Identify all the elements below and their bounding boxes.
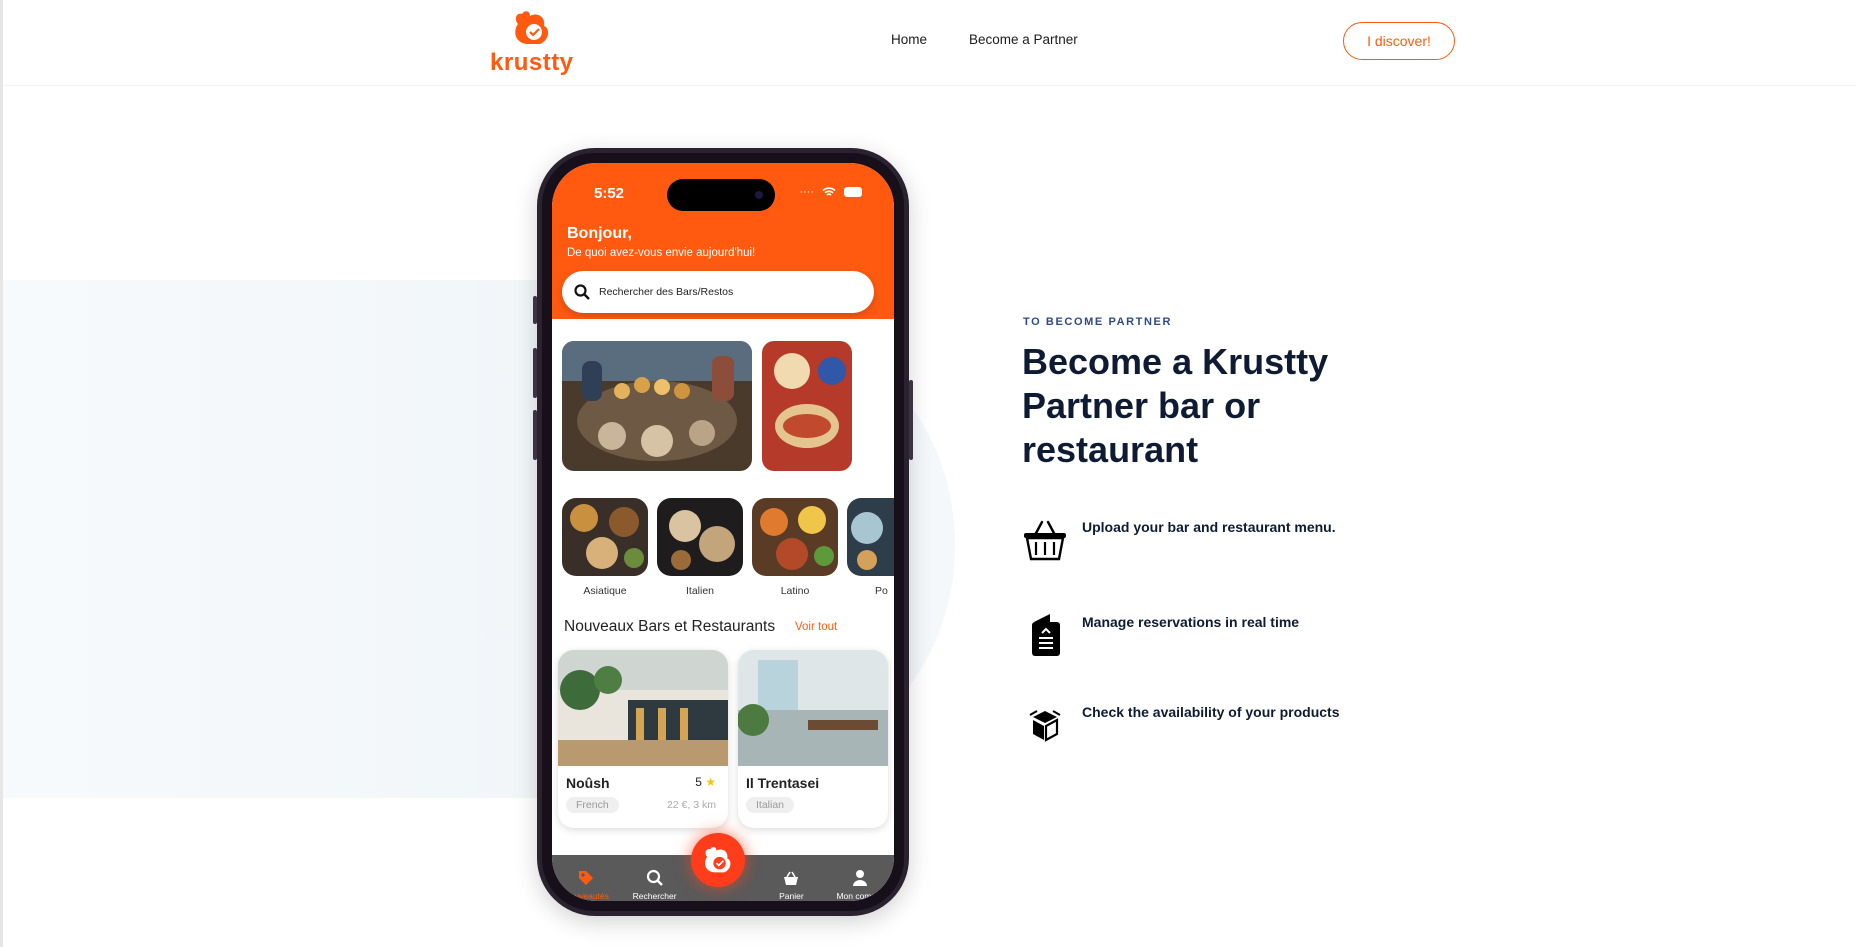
- dynamic-island: [667, 179, 775, 211]
- camera-icon: [755, 191, 763, 199]
- category-label: Italien: [685, 585, 715, 597]
- shopping-basket-icon: [1024, 520, 1066, 561]
- category-partial[interactable]: Po: [847, 498, 894, 597]
- greeting: Bonjour,: [567, 225, 632, 242]
- restaurant-rating: 5 ★: [695, 775, 716, 789]
- page-title: Become a Krustty Partner bar or restaura…: [1022, 341, 1329, 470]
- reservation-ticket-icon: [1032, 614, 1060, 656]
- phone-mockup: 5:52 ···· Bonjour, De quoi avez-vous env…: [533, 148, 913, 916]
- category-latino[interactable]: Latino: [752, 498, 838, 597]
- phone-side-button: [533, 410, 537, 460]
- basket-icon: [784, 871, 799, 885]
- app-search-bar[interactable]: Rechercher des Bars/Restos: [562, 271, 874, 313]
- restaurant-name: Noûsh: [566, 775, 610, 791]
- cuisine-tag: French: [566, 797, 619, 813]
- restaurant-distance: 22 €, 3 km: [666, 799, 716, 811]
- category-asiatique[interactable]: Asiatique: [562, 498, 648, 597]
- center-logo-button[interactable]: [691, 833, 745, 887]
- discover-button[interactable]: I discover!: [1343, 22, 1455, 60]
- phone-side-button: [533, 348, 537, 398]
- category-label: Po: [875, 585, 888, 597]
- search-icon: [574, 284, 590, 300]
- background-panel: [3, 280, 563, 798]
- wifi-icon: [822, 187, 836, 196]
- status-time: 5:52: [594, 185, 625, 202]
- feature-text: Manage reservations in real time: [1082, 614, 1300, 630]
- phone-screen: 5:52 ···· Bonjour, De quoi avez-vous env…: [542, 153, 904, 911]
- greeting-subtitle: De quoi avez-vous envie aujourd'hui!: [567, 247, 756, 259]
- page: krustty Home Become a Partner I discover…: [0, 0, 1856, 947]
- star-icon: ★: [705, 775, 716, 789]
- friends-toasting-photo: [562, 341, 752, 471]
- category-thumbnail: [657, 498, 743, 576]
- promo-banner[interactable]: [762, 341, 852, 471]
- restaurant-card[interactable]: Noûsh 5 ★ French 22 €, 3 km: [558, 650, 728, 828]
- logo-text: krustty: [490, 49, 574, 76]
- battery-icon: [844, 187, 862, 197]
- user-icon: [852, 870, 867, 886]
- signal-icon: ····: [799, 186, 814, 198]
- food-table-photo: [762, 341, 852, 471]
- app-display: 5:52 ···· Bonjour, De quoi avez-vous env…: [552, 163, 894, 901]
- search-icon: [646, 869, 663, 886]
- section-title: Nouveaux Bars et Restaurants: [564, 618, 776, 635]
- site-header: krustty Home Become a Partner I discover…: [3, 0, 1856, 86]
- tag-icon: [579, 871, 594, 885]
- feature-text: Check the availability of your products: [1082, 704, 1340, 720]
- tab-nouveautes[interactable]: Nouveautés: [552, 855, 620, 901]
- nav-become-partner[interactable]: Become a Partner: [969, 32, 1078, 47]
- see-all-link[interactable]: Voir tout: [795, 621, 837, 633]
- category-italien[interactable]: Italien: [657, 498, 743, 597]
- promo-banner[interactable]: [562, 341, 752, 471]
- category-thumbnail: [562, 498, 648, 576]
- restaurant-photo: [558, 650, 728, 766]
- tab-panier[interactable]: Panier: [757, 855, 825, 901]
- squirrel-logo-icon: [515, 11, 549, 44]
- product-box-icon: [1029, 710, 1061, 742]
- status-icons: ····: [799, 186, 862, 198]
- feature-text: Upload your bar and restaurant menu.: [1082, 519, 1336, 535]
- restaurant-card[interactable]: Il Trentasei Italian: [738, 650, 888, 828]
- logo[interactable]: krustty: [490, 8, 580, 78]
- phone-side-button: [533, 296, 537, 324]
- nav-home[interactable]: Home: [891, 32, 927, 47]
- squirrel-logo-icon: [705, 847, 731, 873]
- search-placeholder: Rechercher des Bars/Restos: [599, 286, 734, 298]
- tab-mon-compte[interactable]: Mon compte: [826, 855, 894, 901]
- phone-side-button: [909, 380, 913, 460]
- category-thumbnail: [847, 498, 894, 576]
- category-thumbnail: [752, 498, 838, 576]
- app-header: 5:52 ···· Bonjour, De quoi avez-vous env…: [552, 163, 894, 319]
- section-eyebrow: TO BECOME PARTNER: [1023, 316, 1173, 328]
- category-label: Asiatique: [583, 585, 627, 597]
- restaurant-photo: [738, 650, 888, 766]
- cuisine-tag: Italian: [746, 797, 795, 813]
- restaurant-name: Il Trentasei: [746, 775, 820, 791]
- category-label: Latino: [780, 585, 810, 597]
- tab-rechercher[interactable]: Rechercher: [620, 855, 688, 901]
